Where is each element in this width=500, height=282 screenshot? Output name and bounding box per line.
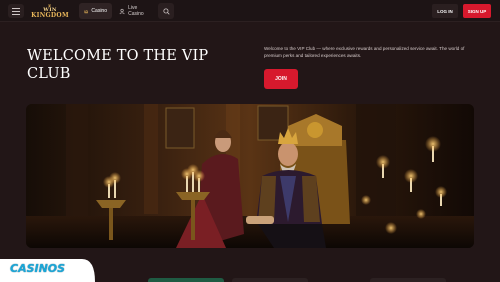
crown-icon (84, 9, 89, 13)
menu-line (12, 7, 20, 9)
search-button[interactable] (158, 3, 174, 19)
signup-button[interactable]: SIGN UP (463, 4, 491, 18)
login-button[interactable]: LOG IN (432, 4, 458, 18)
menu-line (12, 10, 20, 12)
casinos-watermark-text: CASINOS (10, 262, 66, 275)
tab-live-casino[interactable]: Live Casino (114, 3, 156, 19)
vip-hero-image (26, 104, 474, 248)
hamburger-menu-button[interactable] (8, 4, 24, 18)
tab-casino-label: Casino (91, 8, 107, 14)
logo-line-2: KINGDOM (31, 11, 69, 19)
hero-description: Welcome to the VIP Club — where exclusiv… (264, 46, 465, 58)
search-icon (162, 7, 170, 15)
promo-card-peek[interactable] (232, 278, 308, 282)
person-icon (119, 8, 125, 14)
join-button[interactable]: JOIN (264, 69, 298, 89)
tab-casino[interactable]: Casino (79, 3, 112, 19)
top-nav-bar: ♛ WIN KINGDOM Casino Live Casino LOG IN … (0, 0, 500, 22)
page-title: WELCOME TO THE VIP CLUB (27, 48, 209, 82)
royal-couple-illustration (26, 104, 474, 248)
win-kingdom-logo[interactable]: ♛ WIN KINGDOM (30, 2, 70, 20)
tab-live-casino-label: Live Casino (128, 5, 144, 17)
menu-line (12, 13, 20, 15)
promo-card-peek[interactable] (148, 278, 224, 282)
promo-card-peek[interactable] (370, 278, 446, 282)
